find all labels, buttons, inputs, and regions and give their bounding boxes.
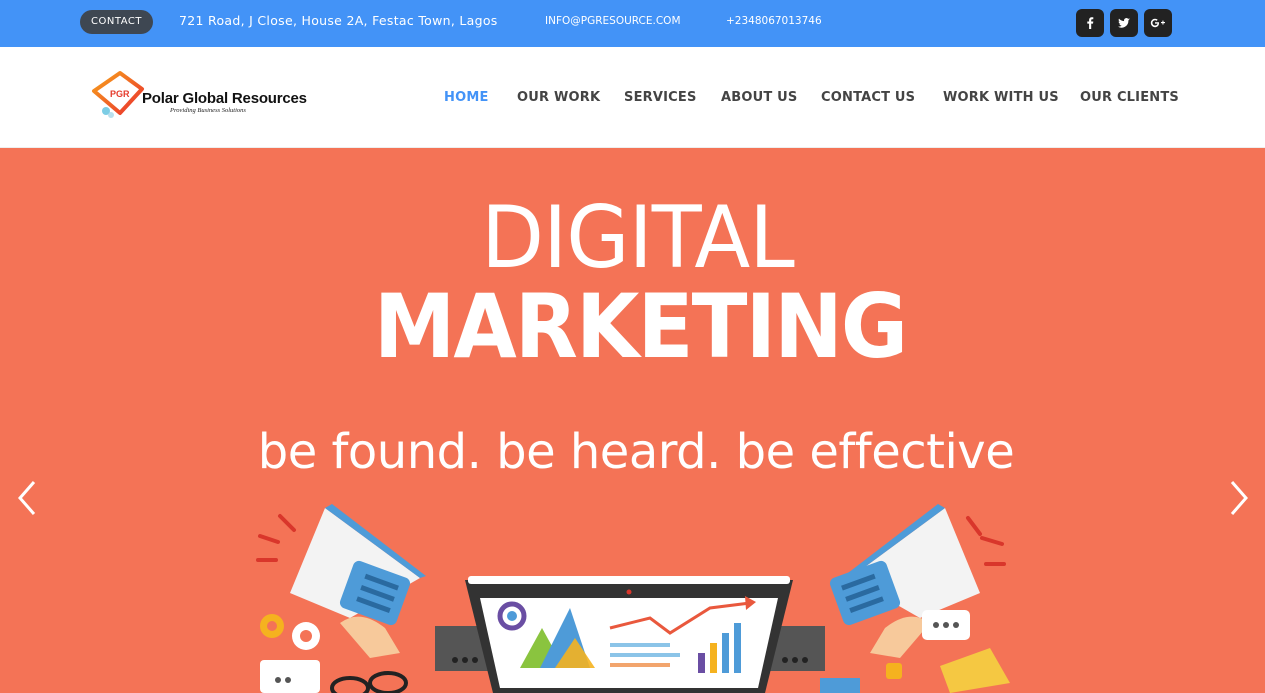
logo-mark-text: PGR <box>110 89 130 99</box>
hero-heading-line1: DIGITAL <box>481 188 795 288</box>
email-link[interactable]: INFO@PGRESOURCE.COM <box>545 15 681 27</box>
logo-subtitle: Providing Business Solutions <box>170 107 246 114</box>
nav-services[interactable]: SERVICES <box>624 90 697 105</box>
nav-home[interactable]: HOME <box>444 90 489 105</box>
hero-slider: DIGITAL MARKETING be found. be heard. be… <box>0 148 1265 693</box>
hero-heading-line2: MARKETING <box>373 275 908 378</box>
nav-work-with-us[interactable]: WORK WITH US <box>943 90 1059 105</box>
logo-title: Polar Global Resources <box>142 90 307 107</box>
contact-button[interactable]: CONTACT <box>80 10 153 34</box>
phone-link[interactable]: +2348067013746 <box>726 15 822 27</box>
site-header: PGR Polar Global Resources Providing Bus… <box>0 47 1265 148</box>
marketing-illustration-icon <box>256 504 1010 693</box>
twitter-icon[interactable] <box>1110 9 1138 37</box>
nav-about-us[interactable]: ABOUT US <box>721 90 798 105</box>
chevron-right-icon[interactable] <box>1224 478 1254 518</box>
nav-contact-us[interactable]: CONTACT US <box>821 90 915 105</box>
nav-our-work[interactable]: OUR WORK <box>517 90 600 105</box>
google-plus-icon[interactable] <box>1144 9 1172 37</box>
address-text: 721 Road, J Close, House 2A, Festac Town… <box>179 13 498 28</box>
site-logo[interactable]: PGR Polar Global Resources Providing Bus… <box>90 69 320 125</box>
hero-tagline: be found. be heard. be effective <box>257 424 1015 480</box>
chevron-left-icon[interactable] <box>12 478 42 518</box>
nav-our-clients[interactable]: OUR CLIENTS <box>1080 90 1179 105</box>
top-bar: CONTACT 721 Road, J Close, House 2A, Fes… <box>0 0 1265 47</box>
facebook-icon[interactable] <box>1076 9 1104 37</box>
